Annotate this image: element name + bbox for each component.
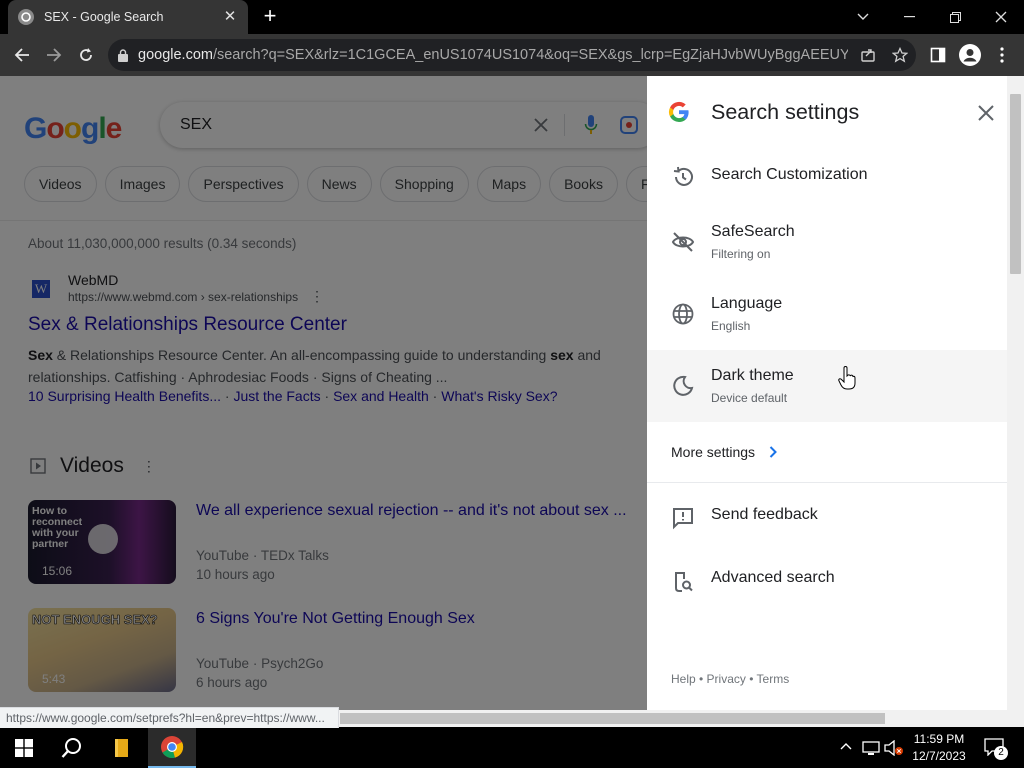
vertical-scrollbar[interactable] bbox=[1007, 76, 1024, 710]
side-panel-icon[interactable] bbox=[924, 41, 952, 69]
modal-scrim[interactable] bbox=[0, 76, 647, 710]
tab-title: SEX - Google Search bbox=[44, 10, 164, 24]
browser-menu-icon[interactable] bbox=[988, 41, 1016, 69]
url-domain: google.com bbox=[138, 47, 213, 63]
tab-favicon-icon bbox=[18, 9, 34, 25]
clock-time: 11:59 PM bbox=[913, 732, 965, 746]
search-customization-item[interactable]: Search Customization bbox=[647, 140, 1007, 212]
item-sublabel: Filtering on bbox=[711, 247, 771, 261]
forward-button[interactable] bbox=[40, 41, 68, 69]
advanced-search-item[interactable]: Advanced search bbox=[647, 546, 1007, 606]
hand-cursor-icon bbox=[838, 366, 856, 390]
item-label: Dark theme bbox=[711, 367, 794, 384]
eye-off-icon bbox=[671, 232, 695, 252]
history-icon bbox=[673, 166, 693, 186]
globe-icon bbox=[672, 303, 694, 325]
windows-logo-icon bbox=[15, 739, 33, 757]
lock-icon bbox=[118, 48, 128, 62]
folder-icon bbox=[115, 739, 128, 757]
safesearch-item[interactable]: SafeSearch Filtering on bbox=[647, 206, 1007, 278]
reload-button[interactable] bbox=[72, 41, 100, 69]
more-settings-link[interactable]: More settings bbox=[671, 444, 777, 460]
moon-icon bbox=[673, 375, 694, 396]
notification-center-button[interactable]: 2 bbox=[980, 736, 1010, 762]
language-item[interactable]: Language English bbox=[647, 278, 1007, 350]
item-sublabel: English bbox=[711, 319, 751, 333]
item-label: Language bbox=[711, 295, 783, 312]
profile-avatar-icon[interactable] bbox=[956, 41, 984, 69]
scrollbar-thumb[interactable] bbox=[1010, 94, 1021, 274]
windows-taskbar: 11:59 PM 12/7/2023 2 bbox=[0, 728, 1024, 768]
taskbar-clock[interactable]: 11:59 PM 12/7/2023 bbox=[902, 731, 976, 765]
item-label: Advanced search bbox=[711, 569, 835, 586]
more-settings-label: More settings bbox=[671, 444, 756, 460]
search-settings-panel: Search settings Search Customization Saf… bbox=[647, 76, 1007, 710]
item-label: SafeSearch bbox=[711, 223, 795, 240]
dark-theme-item[interactable]: Dark theme Device default bbox=[647, 350, 1007, 422]
web-page: Google SEX Videos Images Perspectives Ne… bbox=[0, 76, 1024, 710]
clock-date: 12/7/2023 bbox=[912, 749, 966, 763]
taskbar-search-button[interactable] bbox=[48, 728, 96, 768]
scrollbar-thumb[interactable] bbox=[340, 713, 885, 724]
address-bar[interactable]: google.com/search?q=SEX&rlz=1C1GCEA_enUS… bbox=[108, 39, 916, 71]
item-label: Search Customization bbox=[711, 166, 868, 183]
close-icon[interactable] bbox=[975, 102, 997, 124]
url-path: /search?q=SEX&rlz=1C1GCEA_enUS1074US1074… bbox=[212, 47, 848, 63]
panel-footer-links[interactable]: Help • Privacy • Terms bbox=[671, 672, 789, 686]
tab-search-icon[interactable] bbox=[840, 0, 886, 34]
back-button[interactable] bbox=[8, 41, 36, 69]
browser-tab[interactable]: SEX - Google Search ✕ bbox=[8, 0, 248, 34]
tray-chevron-up-icon[interactable] bbox=[840, 742, 852, 750]
google-g-icon bbox=[668, 101, 689, 123]
tab-close-icon[interactable]: ✕ bbox=[222, 9, 238, 25]
status-bar-url: https://www.google.com/setprefs?hl=en&pr… bbox=[0, 707, 339, 729]
bookmark-star-icon[interactable] bbox=[892, 47, 908, 63]
minimize-button[interactable] bbox=[886, 0, 932, 34]
new-tab-button[interactable]: + bbox=[258, 5, 282, 28]
file-explorer-button[interactable] bbox=[98, 728, 146, 768]
browser-toolbar: google.com/search?q=SEX&rlz=1C1GCEA_enUS… bbox=[0, 34, 1024, 76]
chevron-right-icon bbox=[769, 446, 777, 458]
url-text[interactable]: google.com/search?q=SEX&rlz=1C1GCEA_enUS… bbox=[138, 47, 848, 63]
restore-button[interactable] bbox=[932, 0, 978, 34]
item-label: Send feedback bbox=[711, 506, 818, 523]
search-icon bbox=[61, 738, 81, 758]
share-icon[interactable] bbox=[860, 47, 876, 63]
panel-title: Search settings bbox=[711, 100, 860, 124]
advanced-search-icon bbox=[675, 572, 693, 592]
chrome-icon bbox=[161, 736, 184, 759]
feedback-icon bbox=[673, 508, 693, 530]
send-feedback-item[interactable]: Send feedback bbox=[647, 480, 1007, 540]
volume-muted-icon[interactable] bbox=[884, 740, 904, 756]
notification-count-badge: 2 bbox=[994, 746, 1008, 760]
close-window-button[interactable] bbox=[978, 0, 1024, 34]
chrome-taskbar-button[interactable] bbox=[148, 728, 196, 768]
network-icon[interactable] bbox=[862, 740, 880, 756]
start-button[interactable] bbox=[0, 728, 48, 768]
item-sublabel: Device default bbox=[711, 391, 788, 405]
title-bar: SEX - Google Search ✕ + bbox=[0, 0, 1024, 34]
